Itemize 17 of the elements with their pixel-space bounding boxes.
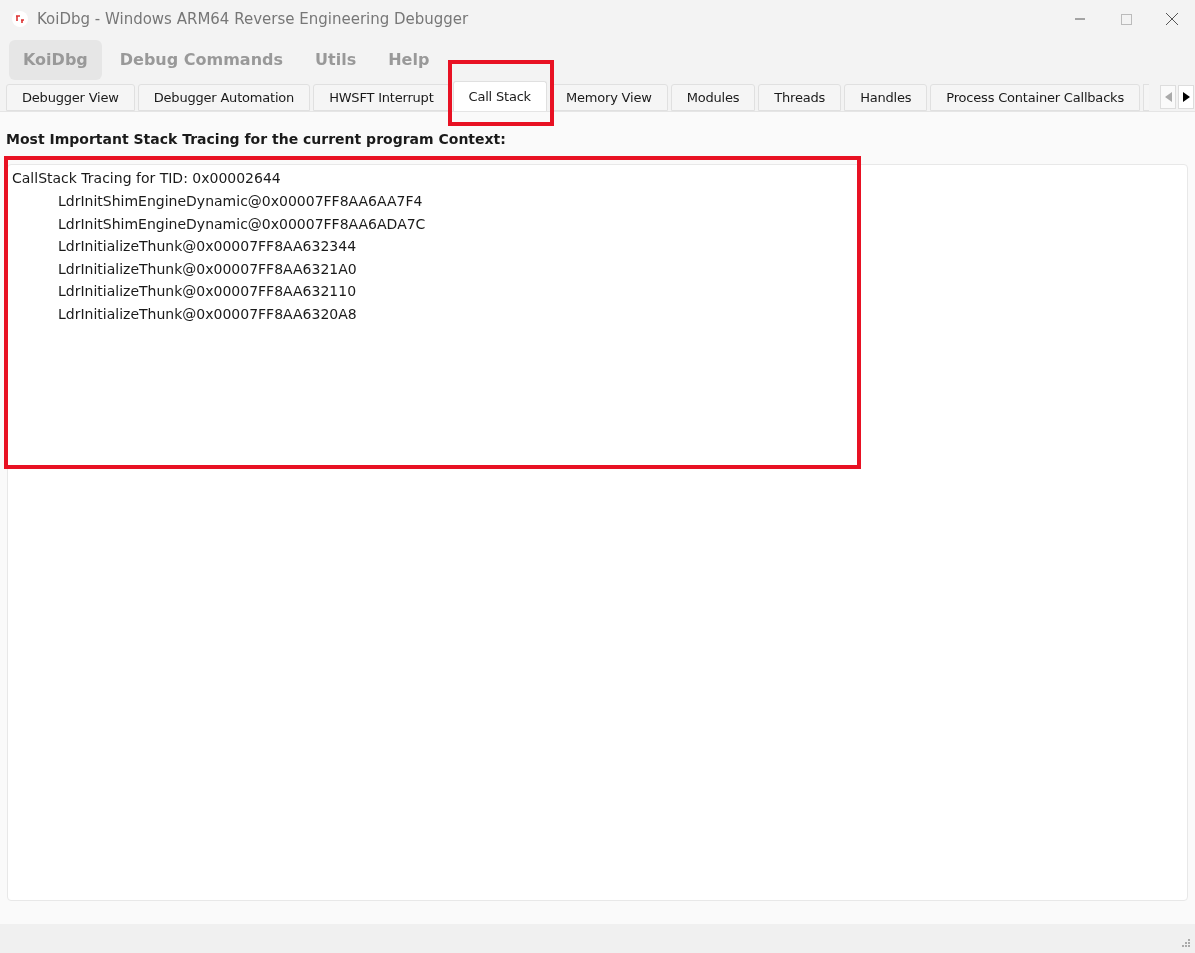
tab[interactable]: Process Container Callbacks xyxy=(930,84,1140,111)
tab[interactable]: HWSFT Interrupt xyxy=(313,84,450,111)
tab[interactable]: Debugger View xyxy=(6,84,135,111)
tab[interactable]: Threads xyxy=(758,84,842,111)
stack-frame: LdrInitShimEngineDynamic@0x00007FF8AA6AA7F4 xyxy=(12,190,1187,213)
stack-frame: LdrInitializeThunk@0x00007FF8AA6321A0 xyxy=(12,257,1187,281)
tab[interactable]: Modules xyxy=(670,84,756,111)
tab[interactable]: Handles xyxy=(844,84,928,111)
window-title: KoiDbg - Windows ARM64 Reverse Engineering Debugger xyxy=(37,8,469,30)
stack-frame: LdrInitializeThunk@0x00007FF8AA632344 xyxy=(12,235,1187,258)
call-stack-header: CallStack Tracing for TID: 0x00002644 xyxy=(12,169,282,188)
stack-frame: LdrInitializeThunk@0x00007FF8AA632110 xyxy=(12,280,1187,303)
stack-frame: LdrInitShimEngineDynamic@0x00007FF8AA6ADA7C xyxy=(12,212,1187,236)
section-heading: Most Important Stack Tracing for the current program Context: xyxy=(6,130,507,149)
stack-frame: LdrInitializeThunk@0x00007FF8AA6320A8 xyxy=(12,302,1187,326)
tab[interactable]: Call Stack xyxy=(452,81,547,111)
tab[interactable]: Debugger Automation xyxy=(137,84,311,111)
